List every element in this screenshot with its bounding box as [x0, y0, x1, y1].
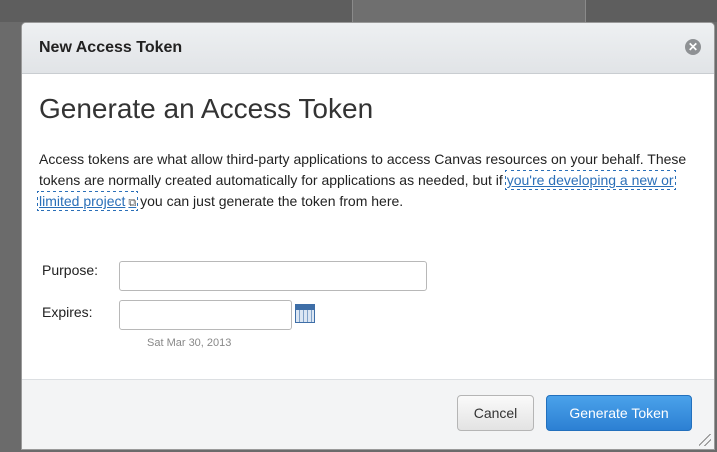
background-tab — [352, 0, 586, 22]
calendar-icon[interactable] — [295, 304, 315, 323]
expires-date-input[interactable] — [119, 300, 292, 330]
purpose-label: Purpose: — [42, 262, 99, 278]
dialog-titlebar: New Access Token ✕ — [22, 23, 714, 74]
date-hint: Sat Mar 30, 2013 — [147, 337, 232, 349]
close-icon[interactable]: ✕ — [685, 39, 701, 55]
description: Access tokens are what allow third-party… — [37, 149, 701, 214]
page-heading: Generate an Access Token — [39, 93, 374, 124]
description-text-after: you can just generate the token from her… — [136, 193, 404, 209]
purpose-input[interactable] — [119, 261, 427, 291]
generate-token-button[interactable]: Generate Token — [546, 395, 692, 431]
dialog-footer: Cancel Generate Token — [22, 379, 714, 449]
new-access-token-dialog: New Access Token ✕ Generate an Access To… — [21, 22, 715, 450]
resize-grip-icon[interactable] — [699, 434, 711, 446]
expires-label: Expires: — [42, 304, 93, 320]
dialog-title: New Access Token — [39, 39, 183, 56]
cancel-button[interactable]: Cancel — [457, 395, 534, 431]
